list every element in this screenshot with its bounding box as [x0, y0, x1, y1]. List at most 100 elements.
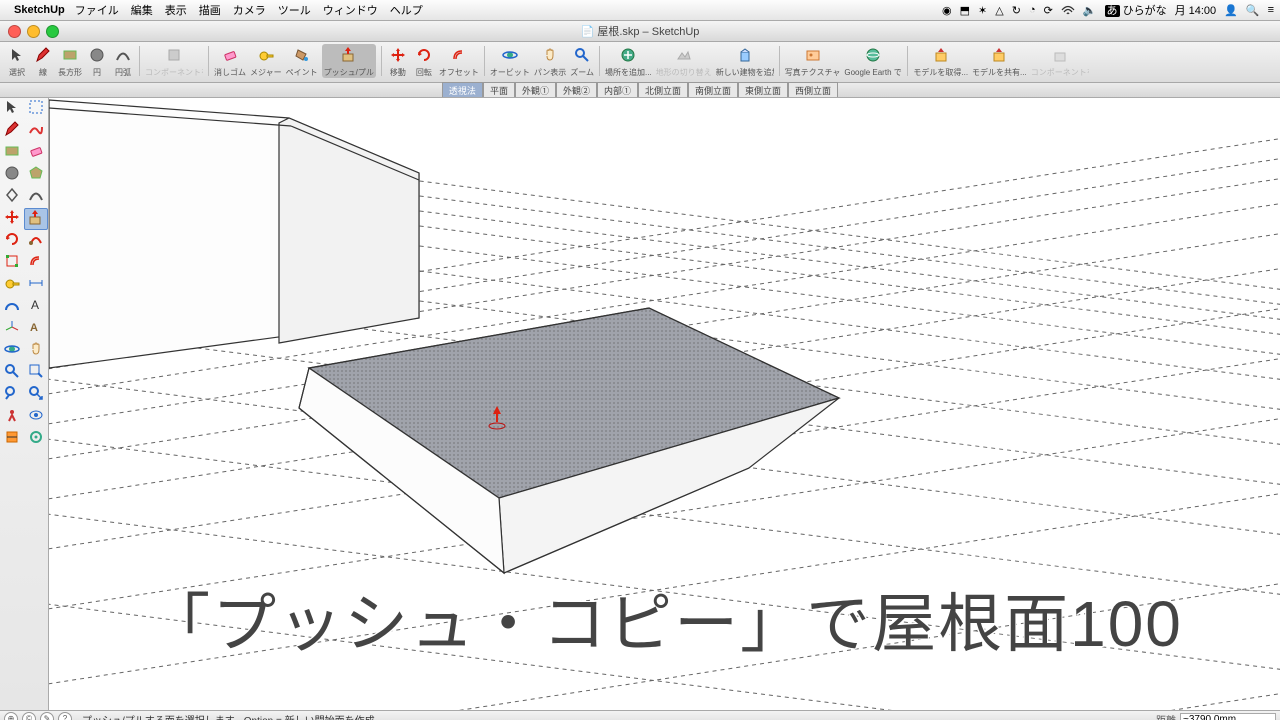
ime-indicator[interactable]: あ ひらがな: [1105, 2, 1167, 18]
toolbar-tape[interactable]: メジャー: [250, 44, 282, 78]
toolbar-label: コンポーネントを作成: [145, 67, 203, 78]
palette-tape2[interactable]: [0, 274, 24, 296]
palette-scale[interactable]: [0, 252, 24, 274]
toolbar-addbldg[interactable]: 新しい建物を追加...: [716, 44, 774, 78]
menu-draw[interactable]: 描画: [199, 2, 221, 18]
zoomwin-icon: [28, 363, 44, 382]
palette-rect[interactable]: [0, 142, 24, 164]
close-button[interactable]: [8, 25, 21, 38]
claimed-toggle[interactable]: ✎: [40, 712, 54, 720]
scene-tab-4[interactable]: 内部①: [597, 82, 638, 97]
palette-person[interactable]: [0, 406, 24, 428]
scene-tab-7[interactable]: 東側立面: [738, 82, 788, 97]
volume-icon[interactable]: 🔈: [1083, 4, 1097, 17]
toolbar-rotate[interactable]: 回転: [413, 44, 435, 78]
toolbar-arc[interactable]: 円弧: [112, 44, 134, 78]
scene-tab-1[interactable]: 平面: [483, 82, 515, 97]
toolbar-pan[interactable]: パン表示: [534, 44, 566, 78]
app-menu[interactable]: SketchUp: [14, 4, 65, 16]
palette-rect-sel[interactable]: [24, 98, 48, 120]
menuextra-icon[interactable]: ◉: [942, 4, 952, 17]
palette-axes[interactable]: [0, 318, 24, 340]
toolbar-getmodel[interactable]: モデルを取得...: [913, 44, 968, 78]
palette-polygon2[interactable]: [0, 186, 24, 208]
sync-icon[interactable]: ↻: [1012, 4, 1021, 17]
palette-offset2[interactable]: [24, 252, 48, 274]
palette-text[interactable]: A: [24, 296, 48, 318]
clock[interactable]: 月 14:00: [1175, 2, 1217, 18]
toolbar-eraser[interactable]: 消しゴム: [214, 44, 246, 78]
model-viewport[interactable]: 「プッシュ・コピー」で屋根面100: [49, 98, 1280, 710]
wifi-icon[interactable]: [1061, 4, 1075, 16]
palette-zoomext[interactable]: [24, 384, 48, 406]
geo-toggle[interactable]: ⊕: [4, 712, 18, 720]
scene-tab-3[interactable]: 外観②: [556, 82, 597, 97]
scene-tab-8[interactable]: 西側立面: [788, 82, 838, 97]
circle-icon: [4, 165, 20, 184]
evernote-icon[interactable]: ✶: [978, 4, 987, 17]
toolbar-rect[interactable]: 長方形: [58, 44, 82, 78]
zoom-button[interactable]: [46, 25, 59, 38]
palette-circle[interactable]: [0, 164, 24, 186]
toolbar-sharemodel[interactable]: モデルを共有...: [972, 44, 1027, 78]
palette-zoom2[interactable]: [0, 362, 24, 384]
credits-toggle[interactable]: ©: [22, 712, 36, 720]
minimize-button[interactable]: [27, 25, 40, 38]
palette-pencil[interactable]: [0, 120, 24, 142]
palette-walk[interactable]: [24, 428, 48, 450]
menu-edit[interactable]: 編集: [131, 2, 153, 18]
toolbar-bucket[interactable]: ペイント: [286, 44, 318, 78]
scene-tab-0[interactable]: 透視法: [442, 82, 483, 97]
toolbar-pencil[interactable]: 線: [32, 44, 54, 78]
toolbar-offset[interactable]: オフセット: [439, 44, 479, 78]
scene-tab-2[interactable]: 外観①: [515, 82, 556, 97]
timemachine-icon[interactable]: ⟳: [1044, 4, 1053, 17]
scene-tab-5[interactable]: 北側立面: [638, 82, 688, 97]
toolbar-circle[interactable]: 円: [86, 44, 108, 78]
palette-pushpull[interactable]: [24, 208, 48, 230]
palette-prev[interactable]: [0, 384, 24, 406]
followme-icon: [28, 231, 44, 250]
palette-eraser[interactable]: [24, 142, 48, 164]
notification-icon[interactable]: ≡: [1268, 4, 1274, 16]
menu-camera[interactable]: カメラ: [233, 2, 266, 18]
toolbar-phototex[interactable]: 写真テクスチャ: [785, 44, 841, 78]
palette-cursor[interactable]: [0, 98, 24, 120]
clock-icon[interactable]: ◔: [1029, 4, 1036, 16]
palette-orbit2[interactable]: [0, 340, 24, 362]
user-icon[interactable]: 👤: [1224, 4, 1238, 17]
palette-followme[interactable]: [24, 230, 48, 252]
toolbar-preview[interactable]: Google Earth でモデルをプレビュー: [844, 44, 902, 78]
dropbox-icon[interactable]: ⬒: [960, 4, 970, 17]
gdrive-icon[interactable]: △: [995, 4, 1003, 17]
measurement-input[interactable]: [1180, 713, 1276, 720]
menu-view[interactable]: 表示: [165, 2, 187, 18]
toolbar-pushpull[interactable]: プッシュ/プル: [322, 44, 376, 78]
menu-tools[interactable]: ツール: [278, 2, 311, 18]
palette-zoomwin[interactable]: [24, 362, 48, 384]
toolbar-move[interactable]: 移動: [387, 44, 409, 78]
spotlight-icon[interactable]: 🔍: [1246, 4, 1260, 17]
help-button[interactable]: ?: [58, 712, 72, 720]
palette-hand[interactable]: [24, 340, 48, 362]
palette-rotate-red[interactable]: [0, 230, 24, 252]
palette-3dtext[interactable]: A: [24, 318, 48, 340]
window-titlebar: 📄 屋根.skp – SketchUp: [0, 21, 1280, 42]
rotate-red-icon: [4, 231, 20, 250]
palette-protractor[interactable]: [0, 296, 24, 318]
toolbar-orbit[interactable]: オービット: [490, 44, 530, 78]
palette-freehand[interactable]: [24, 120, 48, 142]
palette-move-red[interactable]: [0, 208, 24, 230]
menu-help[interactable]: ヘルプ: [390, 2, 423, 18]
toolbar-zoom[interactable]: ズーム: [570, 44, 594, 78]
palette-arc3[interactable]: [24, 186, 48, 208]
toolbar-addloc[interactable]: 場所を追加...: [605, 44, 652, 78]
palette-look[interactable]: [24, 406, 48, 428]
scene-tab-6[interactable]: 南側立面: [688, 82, 738, 97]
toolbar-cursor[interactable]: 選択: [6, 44, 28, 78]
palette-dim[interactable]: [24, 274, 48, 296]
palette-polygon[interactable]: [24, 164, 48, 186]
menu-window[interactable]: ウィンドウ: [323, 2, 378, 18]
palette-section[interactable]: [0, 428, 24, 450]
menu-file[interactable]: ファイル: [75, 2, 119, 18]
